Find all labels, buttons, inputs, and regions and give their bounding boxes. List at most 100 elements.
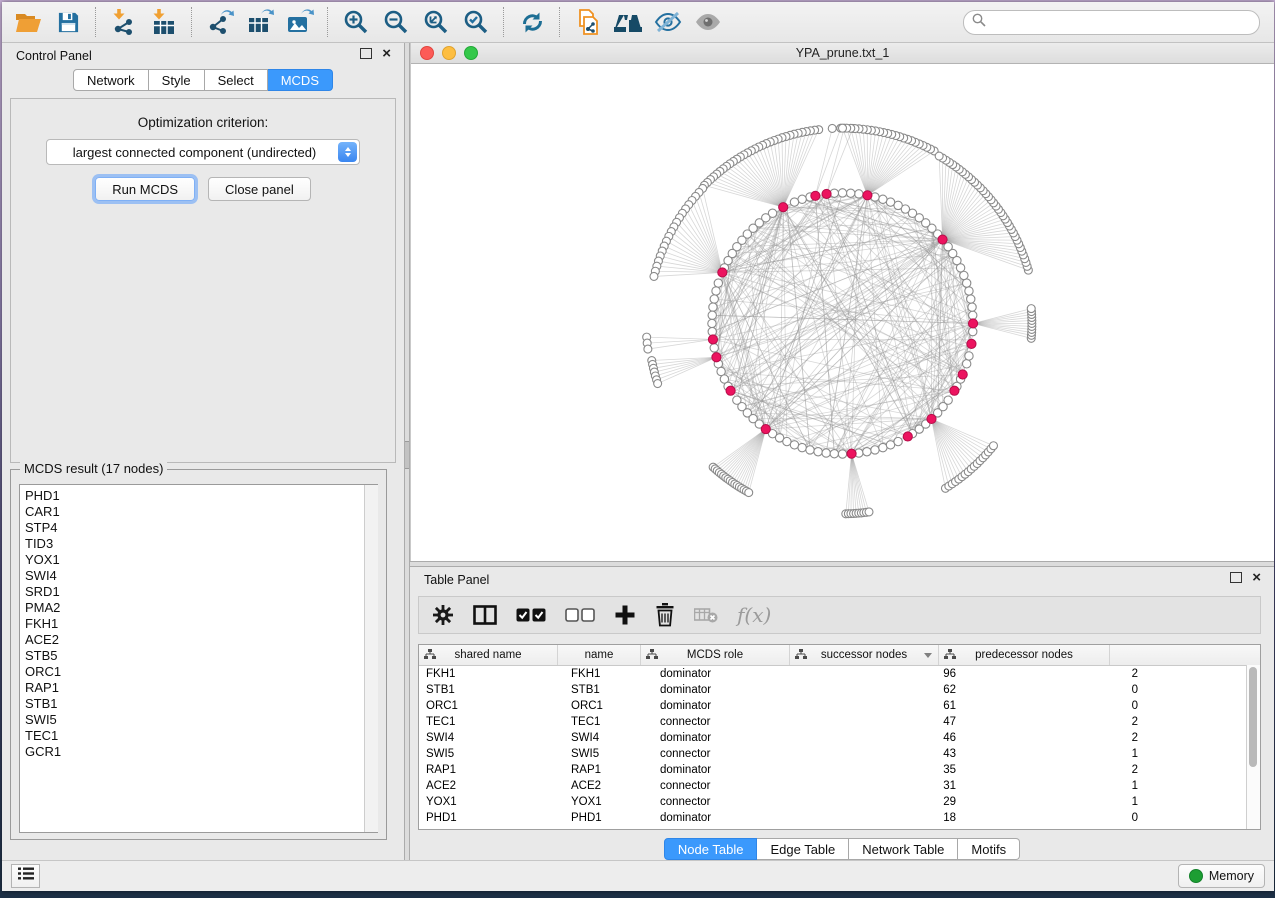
cell-shared-name: STB1 <box>419 684 564 696</box>
column-header-mcds-role[interactable]: MCDS role <box>641 645 790 665</box>
cell-name: PHD1 <box>564 812 653 824</box>
duplicate-network-button[interactable] <box>568 5 608 39</box>
table-row[interactable]: STB1STB1dominator620 <box>419 682 1260 698</box>
tab-network[interactable]: Network <box>73 69 149 91</box>
column-header-name[interactable]: name <box>558 645 641 665</box>
save-floppy-icon <box>57 11 80 34</box>
table-row[interactable]: ACE2ACE2connector311 <box>419 778 1260 794</box>
hide-selected-button[interactable] <box>648 5 688 39</box>
tab-network-table[interactable]: Network Table <box>849 838 958 860</box>
panel-list-button[interactable] <box>11 864 40 888</box>
tab-mcds[interactable]: MCDS <box>268 69 333 91</box>
deselect-all-rows-button[interactable] <box>565 608 595 622</box>
float-panel-icon[interactable] <box>360 48 372 59</box>
result-node-item[interactable]: RAP1 <box>25 680 377 696</box>
table-panel-title: Table Panel <box>424 573 489 587</box>
table-row[interactable]: YOX1YOX1connector291 <box>419 794 1260 810</box>
import-network-button[interactable] <box>104 5 144 39</box>
table-row[interactable]: PHD1PHD1dominator180 <box>419 810 1260 826</box>
tab-edge-table[interactable]: Edge Table <box>757 838 849 860</box>
zoom-selected-button[interactable] <box>456 5 496 39</box>
column-header-predecessor-nodes[interactable]: predecessor nodes <box>939 645 1110 665</box>
result-node-item[interactable]: YOX1 <box>25 552 377 568</box>
network-window-title: YPA_prune.txt_1 <box>411 46 1274 60</box>
table-settings-button[interactable] <box>432 604 454 626</box>
zoom-out-button[interactable] <box>376 5 416 39</box>
node-table: shared namenameMCDS rolesuccessor nodesp… <box>418 644 1261 830</box>
result-node-item[interactable]: PHD1 <box>25 488 377 504</box>
tab-select[interactable]: Select <box>205 69 268 91</box>
delete-column-button[interactable] <box>655 603 675 627</box>
result-node-item[interactable]: ORC1 <box>25 664 377 680</box>
result-node-item[interactable]: TID3 <box>25 536 377 552</box>
show-all-button[interactable] <box>688 5 728 39</box>
eye-icon <box>694 12 722 32</box>
cell-name: STB1 <box>564 684 653 696</box>
search-icon <box>972 13 986 32</box>
result-node-item[interactable]: FKH1 <box>25 616 377 632</box>
export-image-button[interactable] <box>280 5 320 39</box>
result-node-item[interactable]: PMA2 <box>25 600 377 616</box>
splitter-grip[interactable] <box>405 441 409 469</box>
tab-node-table[interactable]: Node Table <box>664 838 758 860</box>
result-node-item[interactable]: TEC1 <box>25 728 377 744</box>
save-session-button[interactable] <box>48 5 88 39</box>
result-node-item[interactable]: SWI5 <box>25 712 377 728</box>
search-input[interactable] <box>991 12 1249 32</box>
optimization-criterion-select[interactable]: largest connected component (undirected) <box>46 139 360 165</box>
import-table-button[interactable] <box>144 5 184 39</box>
export-network-button[interactable] <box>200 5 240 39</box>
add-column-button[interactable] <box>614 604 636 626</box>
tab-style[interactable]: Style <box>149 69 205 91</box>
result-node-item[interactable]: CAR1 <box>25 504 377 520</box>
cell-predecessor-nodes: 2 <box>968 668 1150 680</box>
cell-successor-nodes: 35 <box>808 764 968 776</box>
select-all-rows-button[interactable] <box>516 608 546 622</box>
control-panel-tabs: NetworkStyleSelectMCDS <box>2 69 404 91</box>
result-node-item[interactable]: ACE2 <box>25 632 377 648</box>
result-node-item[interactable]: SWI4 <box>25 568 377 584</box>
table-scrollbar-thumb[interactable] <box>1249 667 1257 767</box>
search-field[interactable] <box>963 10 1260 35</box>
zoom-in-button[interactable] <box>336 5 376 39</box>
vertical-splitter[interactable] <box>404 43 410 860</box>
mcds-result-list[interactable]: PHD1CAR1STP4TID3YOX1SWI4SRD1PMA2FKH1ACE2… <box>19 484 378 833</box>
cell-name: SWI5 <box>564 748 653 760</box>
result-list-scrollbar[interactable] <box>364 485 378 832</box>
memory-button[interactable]: Memory <box>1178 864 1265 888</box>
result-node-item[interactable]: STB5 <box>25 648 377 664</box>
run-mcds-button[interactable]: Run MCDS <box>95 177 195 201</box>
float-panel-icon[interactable] <box>1230 572 1242 583</box>
table-row[interactable]: FKH1FKH1dominator962 <box>419 666 1260 682</box>
cell-predecessor-nodes: 0 <box>968 700 1150 712</box>
table-row[interactable]: SWI4SWI4dominator462 <box>419 730 1260 746</box>
zoom-fit-button[interactable] <box>416 5 456 39</box>
table-row[interactable]: SWI5SWI5connector431 <box>419 746 1260 762</box>
cell-successor-nodes: 31 <box>808 780 968 792</box>
cell-shared-name: ORC1 <box>419 700 564 712</box>
close-panel-button[interactable]: Close panel <box>208 177 311 201</box>
export-table-button[interactable] <box>240 5 280 39</box>
table-row[interactable]: ORC1ORC1dominator610 <box>419 698 1260 714</box>
open-session-button[interactable] <box>8 5 48 39</box>
eye-slash-icon <box>654 11 682 33</box>
split-panel-button[interactable] <box>473 605 497 625</box>
table-row[interactable]: TEC1TEC1connector472 <box>419 714 1260 730</box>
mcds-panel: Optimization criterion: largest connecte… <box>10 98 396 463</box>
close-panel-icon[interactable]: × <box>382 48 391 59</box>
result-node-item[interactable]: SRD1 <box>25 584 377 600</box>
result-node-item[interactable]: GCR1 <box>25 744 377 760</box>
apply-layout-button[interactable] <box>512 5 552 39</box>
close-panel-icon[interactable]: × <box>1252 572 1261 583</box>
column-header-successor-nodes[interactable]: successor nodes <box>790 645 939 665</box>
column-header-shared-name[interactable]: shared name <box>419 645 558 665</box>
table-row[interactable]: RAP1RAP1dominator352 <box>419 762 1260 778</box>
network-window-titlebar[interactable]: YPA_prune.txt_1 <box>411 43 1274 64</box>
result-node-item[interactable]: STB1 <box>25 696 377 712</box>
toolbar-separator <box>327 7 329 37</box>
find-binoculars-button[interactable] <box>608 5 648 39</box>
tab-motifs[interactable]: Motifs <box>958 838 1020 860</box>
network-canvas[interactable] <box>411 64 1274 561</box>
table-scrollbar[interactable] <box>1246 665 1260 829</box>
result-node-item[interactable]: STP4 <box>25 520 377 536</box>
